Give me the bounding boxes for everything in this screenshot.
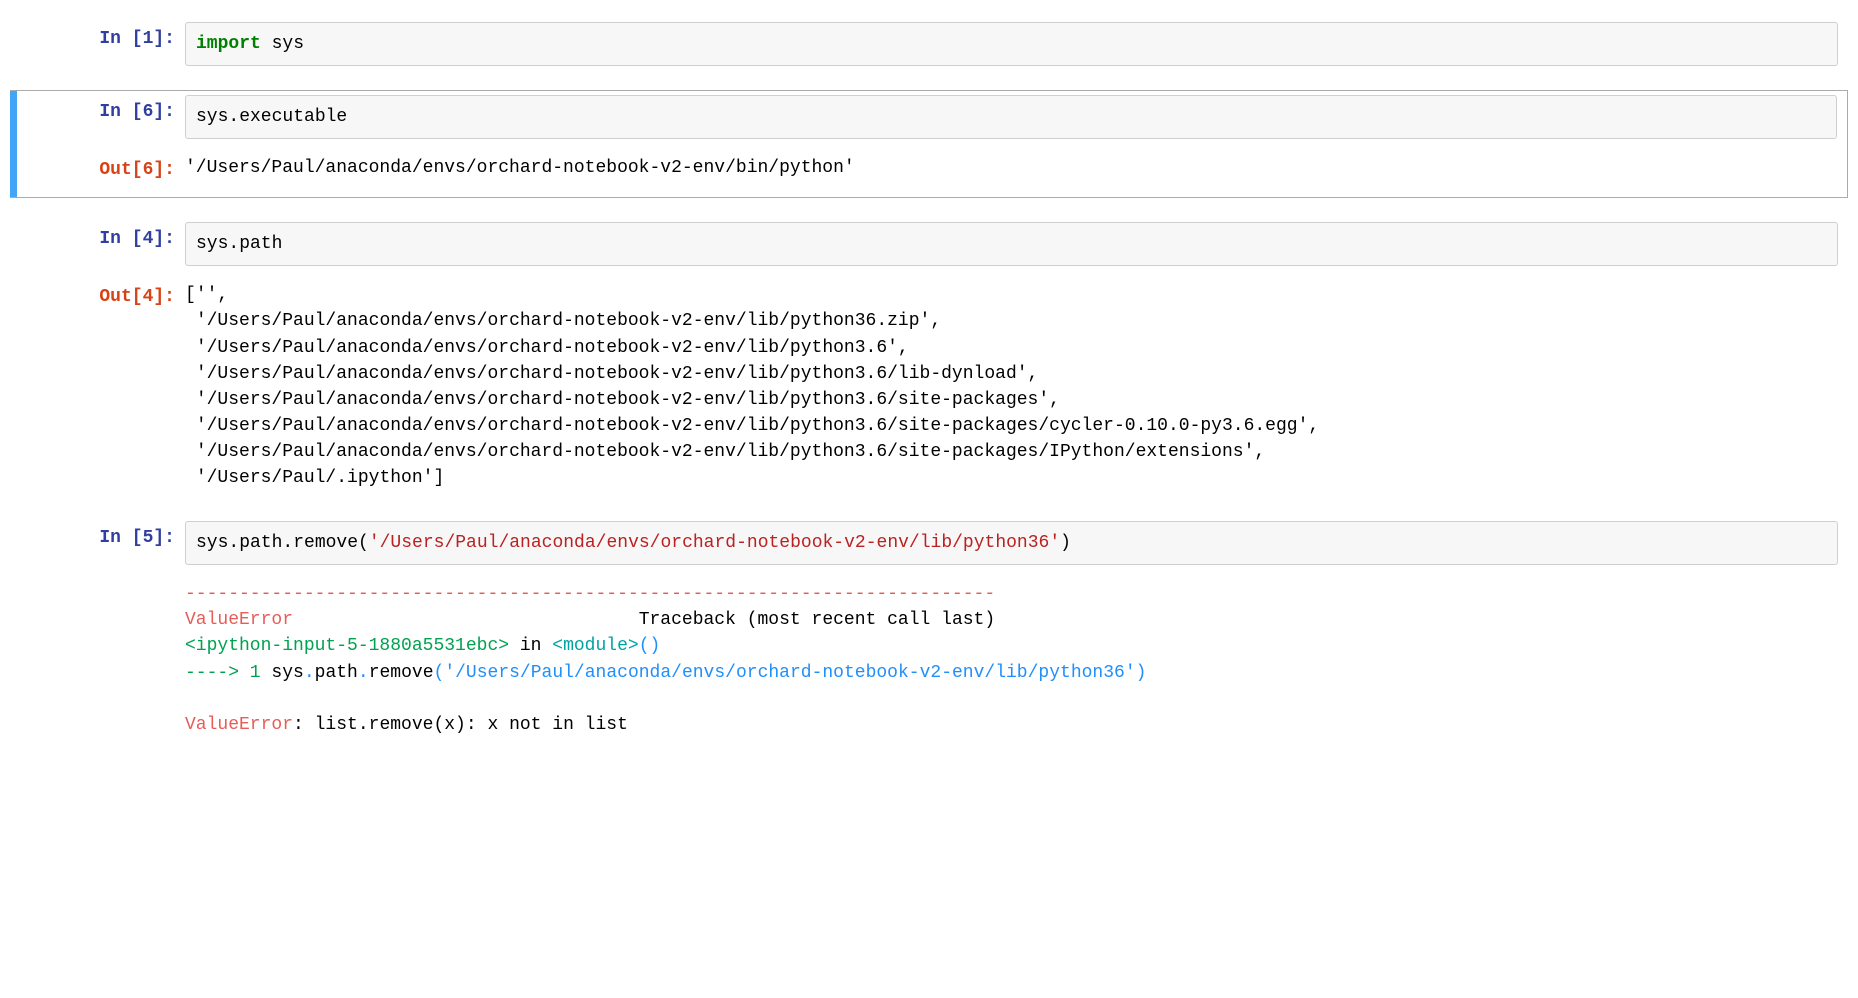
traceback-header: Traceback (most recent call last) <box>639 610 995 630</box>
code-text: path <box>315 663 358 683</box>
empty-prompt <box>20 575 185 591</box>
string-literal: '/Users/Paul/anaconda/envs/orchard-noteb… <box>369 533 1060 553</box>
code-cell-3[interactable]: In [4]: sys.path Out[4]: ['', '/Users/Pa… <box>10 218 1848 497</box>
code-input[interactable]: import sys <box>185 22 1838 66</box>
output-text: ['', '/Users/Paul/anaconda/envs/orchard-… <box>185 276 1848 497</box>
code-text: remove <box>369 663 434 683</box>
code-input[interactable]: sys.path.remove('/Users/Paul/anaconda/en… <box>185 521 1838 565</box>
error-name: ValueError <box>185 715 293 735</box>
traceback-paren: () <box>639 636 661 656</box>
in-prompt: In [6]: <box>20 91 185 133</box>
in-prompt: In [4]: <box>20 218 185 260</box>
spaces <box>293 610 639 630</box>
paren: ) <box>1136 663 1147 683</box>
code-cell-4[interactable]: In [5]: sys.path.remove('/Users/Paul/ana… <box>10 517 1848 744</box>
traceback-separator: ----------------------------------------… <box>185 584 995 604</box>
notebook: In [1]: import sys In [6]: sys.executabl… <box>0 0 1858 804</box>
dot: . <box>304 663 315 683</box>
code-text: ) <box>1060 533 1071 553</box>
error-name: ValueError <box>185 610 293 630</box>
code-text: sys.executable <box>196 107 347 127</box>
traceback-file: <ipython-input-5-1880a5531ebc> <box>185 636 509 656</box>
code-input[interactable]: sys.executable <box>185 95 1837 139</box>
error-message: : list.remove(x): x not in list <box>293 715 628 735</box>
traceback-arrow: ----> 1 <box>185 663 261 683</box>
code-cell-1[interactable]: In [1]: import sys <box>10 18 1848 70</box>
in-prompt: In [1]: <box>20 18 185 60</box>
code-cell-2[interactable]: In [6]: sys.executable Out[6]: '/Users/P… <box>10 90 1848 198</box>
code-text: sys.path <box>196 234 282 254</box>
code-text: sys <box>261 34 304 54</box>
in-prompt: In [5]: <box>20 517 185 559</box>
code-input[interactable]: sys.path <box>185 222 1838 266</box>
output-text: '/Users/Paul/anaconda/envs/orchard-noteb… <box>185 149 1847 187</box>
keyword: import <box>196 34 261 54</box>
traceback-in: in <box>509 636 552 656</box>
dot: . <box>358 663 369 683</box>
traceback-output: ----------------------------------------… <box>185 575 1848 744</box>
out-prompt: Out[6]: <box>20 149 185 191</box>
traceback-module: <module> <box>552 636 638 656</box>
code-text: sys.path.remove( <box>196 533 369 553</box>
string-literal: '/Users/Paul/anaconda/envs/orchard-noteb… <box>444 663 1135 683</box>
out-prompt: Out[4]: <box>20 276 185 318</box>
paren: ( <box>434 663 445 683</box>
code-text: sys <box>261 663 304 683</box>
